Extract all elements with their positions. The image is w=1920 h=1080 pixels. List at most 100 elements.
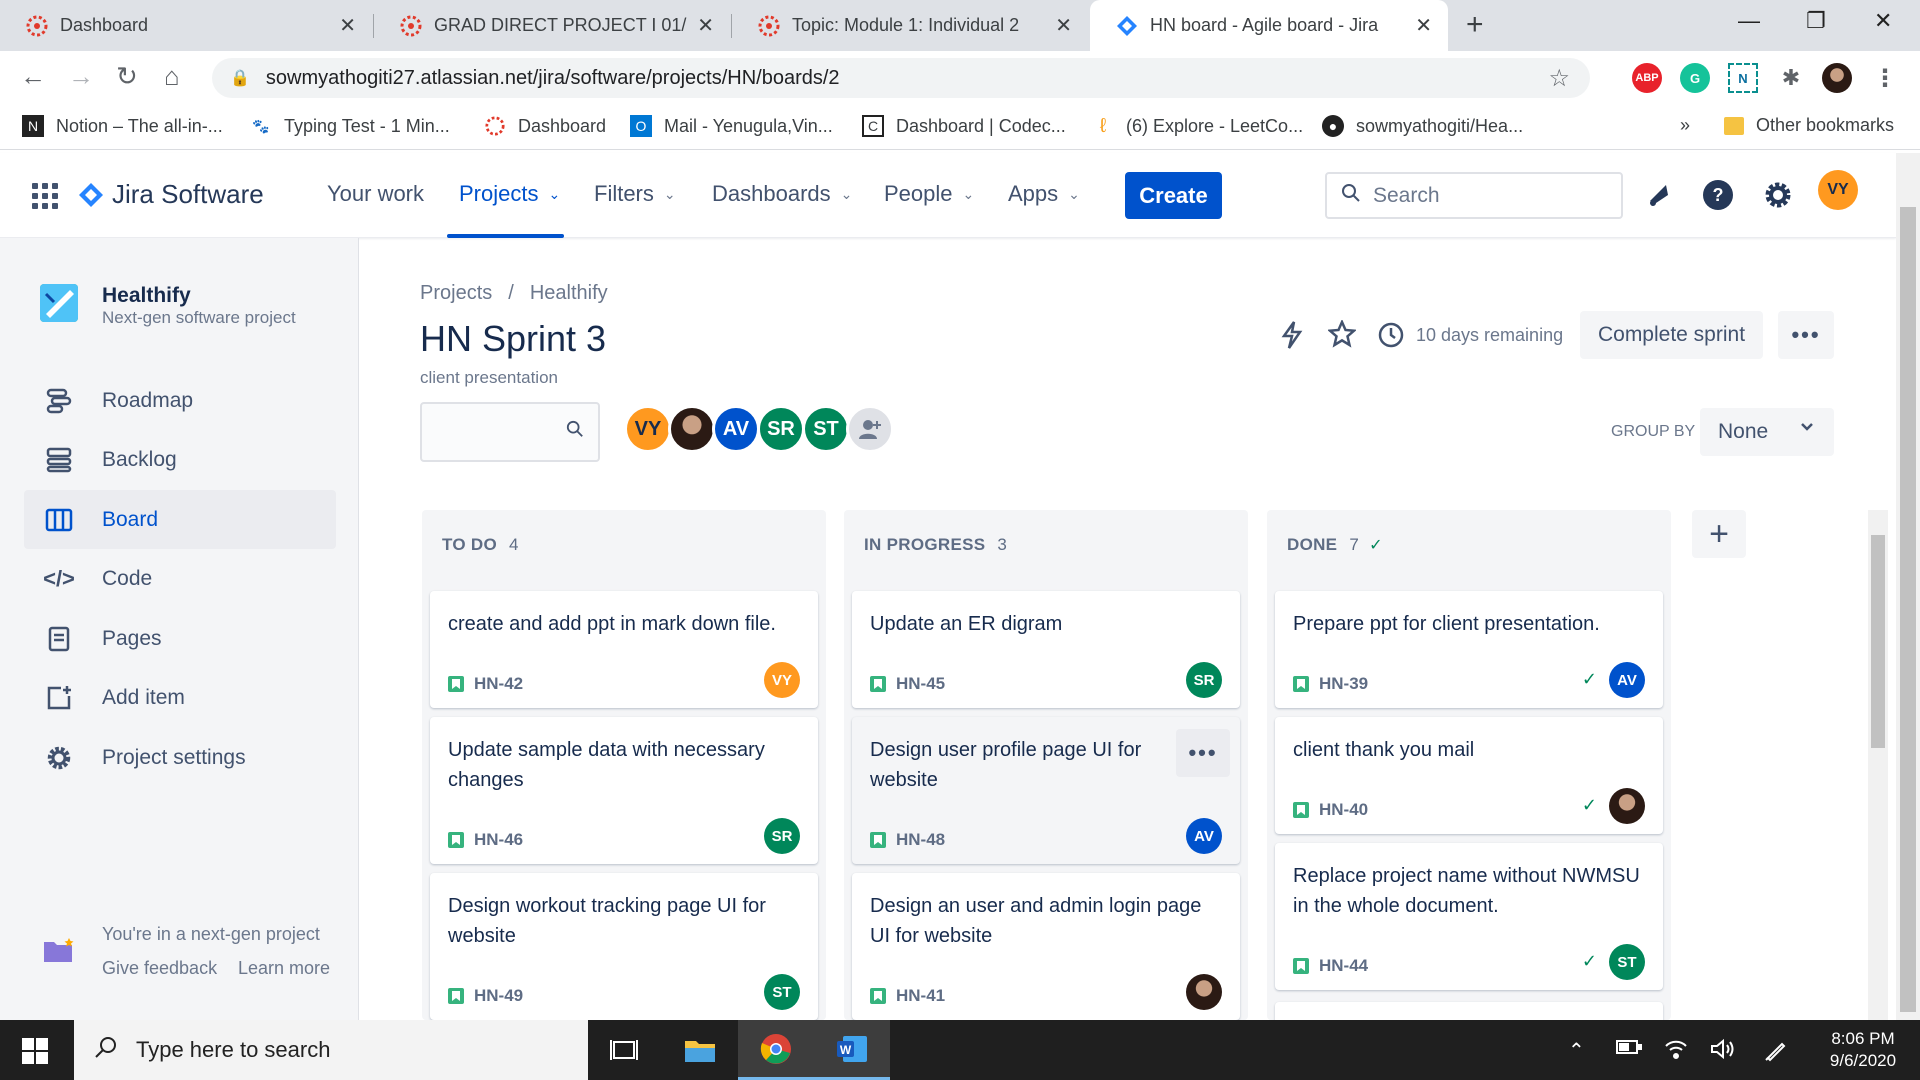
more-actions-button[interactable]: ••• <box>1778 311 1834 359</box>
assignee-avatar[interactable]: ST <box>1609 944 1645 980</box>
task-view-icon[interactable] <box>586 1020 662 1080</box>
sidebar-item-code[interactable]: </> Code <box>24 549 336 608</box>
learn-more-link[interactable]: Learn more <box>238 958 330 979</box>
assignee-filter-avatar[interactable]: AV <box>712 405 760 453</box>
assignee-avatar[interactable]: ST <box>764 974 800 1010</box>
close-icon[interactable]: ✕ <box>1415 13 1432 38</box>
issue-card[interactable]: Design an user and admin login page UI f… <box>852 873 1240 1020</box>
board-search-input[interactable] <box>420 402 600 462</box>
assignee-avatar[interactable] <box>1609 788 1645 824</box>
group-by-select[interactable]: None <box>1700 408 1834 456</box>
assignee-filter-avatar[interactable]: ST <box>802 405 850 453</box>
bookmark-item[interactable]: O Mail - Yenugula,Vin... <box>630 115 833 137</box>
bookmark-item[interactable]: 🐾 Typing Test - 1 Min... <box>250 115 449 137</box>
browser-tab[interactable]: Topic: Module 1: Individual 2 ✕ <box>732 0 1088 51</box>
bookmark-item[interactable]: Dashboard <box>484 115 606 137</box>
app-switcher-icon[interactable] <box>32 183 58 214</box>
add-column-button[interactable]: + <box>1692 510 1746 558</box>
nav-apps[interactable]: Apps ⌄ <box>1008 181 1080 207</box>
notifications-icon[interactable] <box>1644 181 1672 214</box>
taskbar-search-input[interactable]: Type here to search <box>74 1020 588 1080</box>
issue-card[interactable]: create and add ppt in mark down file. HN… <box>430 591 818 708</box>
nav-filters[interactable]: Filters ⌄ <box>594 181 676 207</box>
forward-icon[interactable]: → <box>68 61 94 92</box>
settings-icon[interactable] <box>1762 179 1794 216</box>
assignee-filter-avatar[interactable] <box>668 405 716 453</box>
profile-avatar[interactable] <box>1822 63 1852 93</box>
bookmark-item[interactable]: N Notion – The all-in-... <box>22 115 223 137</box>
user-avatar[interactable]: VY <box>1818 170 1858 210</box>
page-scrollbar[interactable] <box>1896 153 1920 1020</box>
chrome-icon[interactable] <box>738 1020 814 1080</box>
assignee-filter-avatar[interactable]: SR <box>757 405 805 453</box>
add-people-icon[interactable] <box>846 405 894 453</box>
board-scrollbar[interactable] <box>1868 510 1888 1020</box>
issue-card[interactable]: client thank you mail HN-40 ✓ <box>1275 717 1663 834</box>
project-avatar[interactable] <box>40 284 78 322</box>
bookmark-item[interactable]: C Dashboard | Codec... <box>862 115 1066 137</box>
nav-people[interactable]: People ⌄ <box>884 181 974 207</box>
assignee-avatar[interactable]: SR <box>1186 662 1222 698</box>
bookmark-item[interactable]: ● sowmyathogiti/Hea... <box>1322 115 1523 137</box>
home-icon[interactable]: ⌂ <box>164 61 180 92</box>
wifi-icon[interactable] <box>1664 1038 1688 1066</box>
help-icon[interactable]: ? <box>1702 179 1734 216</box>
jira-logo[interactable]: Jira Software <box>78 179 264 210</box>
new-tab-button[interactable]: + <box>1466 8 1484 42</box>
assignee-filter-avatar[interactable]: VY <box>624 405 672 453</box>
sidebar-item-board[interactable]: Board <box>24 490 336 549</box>
project-name[interactable]: Healthify <box>102 284 191 308</box>
sidebar-item-pages[interactable]: Pages <box>24 609 336 668</box>
close-icon[interactable]: ✕ <box>339 13 356 38</box>
issue-card[interactable]: Update an ER digram HN-45 SR <box>852 591 1240 708</box>
breadcrumb-projects[interactable]: Projects <box>420 282 492 305</box>
issue-card[interactable]: Design user profile page UI for website … <box>852 717 1240 864</box>
sidebar-item-roadmap[interactable]: Roadmap <box>24 371 336 430</box>
back-icon[interactable]: ← <box>20 61 46 92</box>
bookmark-item[interactable]: ℓ (6) Explore - LeetCo... <box>1092 115 1303 137</box>
grammarly-icon[interactable]: G <box>1680 63 1710 93</box>
taskbar-clock[interactable]: 8:06 PM 9/6/2020 <box>1818 1028 1908 1072</box>
puzzle-icon[interactable]: ✱ <box>1776 63 1806 93</box>
bookmark-star-icon[interactable]: ☆ <box>1548 64 1570 93</box>
assignee-avatar[interactable]: SR <box>764 818 800 854</box>
nav-dashboards[interactable]: Dashboards ⌄ <box>712 181 852 207</box>
reload-icon[interactable]: ↻ <box>116 61 138 92</box>
assignee-avatar[interactable]: AV <box>1609 662 1645 698</box>
chevron-up-icon[interactable]: ⌃ <box>1568 1038 1585 1063</box>
issue-card[interactable]: Replace project name without NWMSU in th… <box>1275 843 1663 990</box>
other-bookmarks[interactable]: Other bookmarks <box>1724 115 1894 136</box>
minimize-icon[interactable]: — <box>1738 8 1760 34</box>
assignee-avatar[interactable]: VY <box>764 662 800 698</box>
assignee-avatar[interactable] <box>1186 974 1222 1010</box>
sidebar-item-backlog[interactable]: Backlog <box>24 430 336 489</box>
browser-tab[interactable]: GRAD DIRECT PROJECT I 01/02FA ✕ <box>374 0 730 51</box>
close-icon[interactable]: ✕ <box>697 13 714 38</box>
sidebar-item-project-settings[interactable]: Project settings <box>24 728 336 787</box>
card-more-button[interactable]: ••• <box>1176 729 1230 777</box>
address-bar[interactable]: 🔒 sowmyathogiti27.atlassian.net/jira/sof… <box>212 58 1590 98</box>
adblock-icon[interactable]: ABP <box>1632 63 1662 93</box>
windows-start-icon[interactable] <box>22 1038 48 1069</box>
assignee-avatar[interactable]: AV <box>1186 818 1222 854</box>
window-close-icon[interactable]: ✕ <box>1874 8 1892 34</box>
file-explorer-icon[interactable] <box>662 1020 738 1080</box>
issue-card[interactable]: Design workout tracking page UI for webs… <box>430 873 818 1020</box>
issue-card[interactable]: Prepare ppt for client presentation. HN-… <box>1275 591 1663 708</box>
nav-projects[interactable]: Projects ⌄ <box>459 181 560 207</box>
browser-tab[interactable]: Dashboard ✕ <box>0 0 372 51</box>
star-icon[interactable] <box>1328 320 1356 348</box>
nav-your-work[interactable]: Your work <box>327 181 424 207</box>
browser-tab-active[interactable]: HN board - Agile board - Jira ✕ <box>1090 0 1448 51</box>
issue-card[interactable] <box>1275 1002 1663 1020</box>
restore-icon[interactable]: ❐ <box>1806 8 1826 34</box>
create-button[interactable]: Create <box>1125 172 1222 219</box>
automation-icon[interactable] <box>1280 320 1304 350</box>
breadcrumb-project[interactable]: Healthify <box>530 282 608 305</box>
battery-icon[interactable] <box>1616 1038 1642 1062</box>
search-input[interactable]: Search <box>1325 172 1623 219</box>
sidebar-item-add-item[interactable]: Add item <box>24 668 336 727</box>
close-icon[interactable]: ✕ <box>1055 13 1072 38</box>
extension-n-icon[interactable]: N <box>1728 63 1758 93</box>
complete-sprint-button[interactable]: Complete sprint <box>1580 311 1763 359</box>
